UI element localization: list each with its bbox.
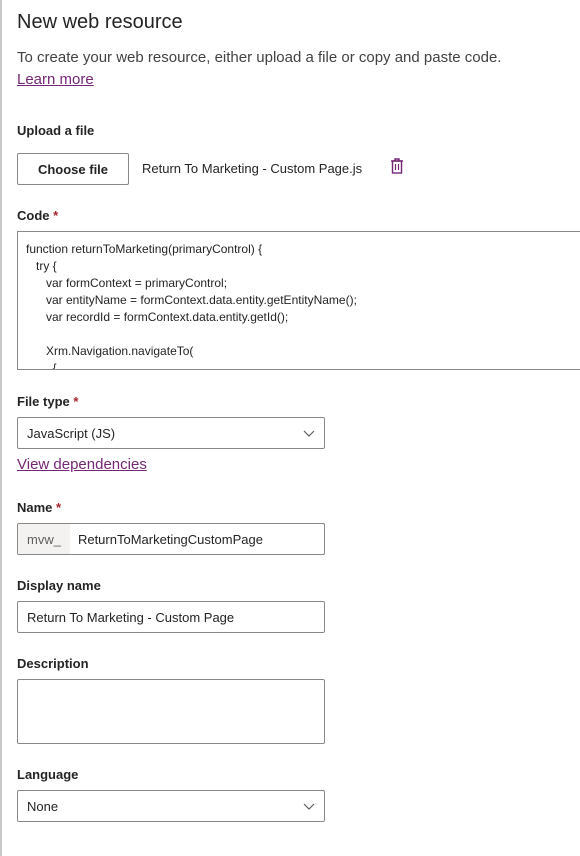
panel-title: New web resource bbox=[17, 11, 183, 33]
description-textarea[interactable] bbox=[17, 679, 325, 744]
language-select[interactable]: None bbox=[17, 790, 325, 822]
upload-label: Upload a file bbox=[17, 123, 95, 138]
display-name-label: Display name bbox=[17, 578, 101, 593]
chevron-down-icon bbox=[303, 430, 315, 437]
code-required-marker: * bbox=[53, 208, 59, 223]
learn-more-link[interactable]: Learn more bbox=[17, 71, 94, 88]
name-required-marker: * bbox=[56, 500, 62, 515]
name-prefix: mvw_ bbox=[18, 524, 70, 554]
description-text: To create your web resource, either uplo… bbox=[17, 49, 502, 66]
uploaded-filename: Return To Marketing - Custom Page.js bbox=[142, 161, 363, 176]
name-label: Name * bbox=[17, 500, 61, 515]
file-type-label-text: File type bbox=[17, 394, 70, 409]
file-type-select[interactable]: JavaScript (JS) bbox=[17, 417, 325, 449]
name-value: ReturnToMarketingCustomPage bbox=[77, 531, 263, 547]
display-name-input[interactable]: Return To Marketing - Custom Page bbox=[17, 601, 325, 633]
code-label-text: Code bbox=[17, 208, 50, 223]
delete-file-icon[interactable] bbox=[390, 157, 404, 175]
file-type-required-marker: * bbox=[73, 394, 79, 409]
choose-file-button[interactable]: Choose file bbox=[17, 153, 129, 185]
code-label: Code * bbox=[17, 208, 58, 223]
language-value: None bbox=[27, 798, 59, 814]
code-editor[interactable]: function returnToMarketing(primaryContro… bbox=[17, 231, 580, 370]
file-type-label: File type * bbox=[17, 394, 78, 409]
display-name-value: Return To Marketing - Custom Page bbox=[27, 609, 235, 625]
name-input[interactable]: mvw_ ReturnToMarketingCustomPage bbox=[17, 523, 325, 555]
chevron-down-icon bbox=[303, 803, 315, 810]
code-text: function returnToMarketing(primaryContro… bbox=[26, 242, 357, 370]
view-dependencies-link[interactable]: View dependencies bbox=[17, 456, 147, 473]
panel-left-border bbox=[0, 0, 2, 856]
description-label: Description bbox=[17, 656, 89, 671]
panel-description: To create your web resource, either uplo… bbox=[17, 47, 557, 91]
file-type-value: JavaScript (JS) bbox=[27, 425, 116, 441]
name-label-text: Name bbox=[17, 500, 53, 515]
language-label: Language bbox=[17, 767, 79, 782]
